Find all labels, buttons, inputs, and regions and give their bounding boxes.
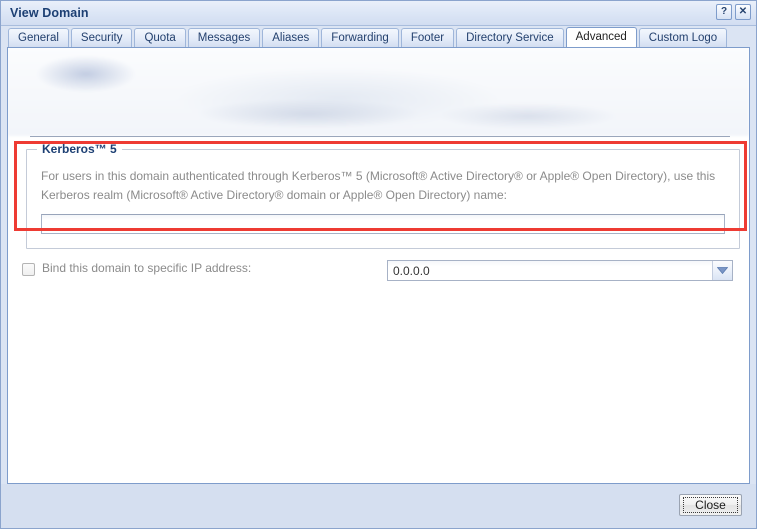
section-divider — [30, 136, 730, 137]
tab-messages[interactable]: Messages — [187, 28, 261, 47]
dialog-footer: Close — [1, 484, 756, 528]
help-icon[interactable]: ? — [716, 4, 732, 20]
close-button-label: Close — [683, 497, 738, 513]
bind-ip-label: Bind this domain to specific IP address: — [42, 261, 252, 275]
ip-address-select-wrapper: 0.0.0.0 — [387, 260, 733, 281]
kerberos-description: For users in this domain authenticated t… — [41, 169, 716, 202]
tab-general[interactable]: General — [8, 28, 69, 47]
view-domain-window: View Domain ? ✕ General Security Quota M… — [0, 0, 757, 529]
kerberos-legend: Kerberos™ 5 — [37, 142, 122, 156]
window-titlebar: View Domain ? ✕ — [1, 1, 756, 26]
bind-ip-checkbox[interactable] — [22, 263, 35, 276]
tab-advanced[interactable]: Advanced — [565, 27, 637, 47]
tab-strip: General Security Quota Messages Aliases … — [1, 26, 756, 47]
tab-custom-logo[interactable]: Custom Logo — [638, 28, 728, 47]
advanced-tab-panel: Kerberos™ 5 For users in this domain aut… — [7, 47, 750, 484]
ip-address-select[interactable]: 0.0.0.0 — [387, 260, 733, 281]
window-controls: ? ✕ — [716, 4, 751, 20]
kerberos-realm-input[interactable] — [41, 214, 725, 234]
window-title: View Domain — [10, 6, 89, 20]
redacted-content-region — [8, 48, 749, 136]
tab-footer[interactable]: Footer — [400, 28, 455, 47]
tab-quota[interactable]: Quota — [134, 28, 186, 47]
close-button[interactable]: Close — [679, 494, 742, 516]
tab-forwarding[interactable]: Forwarding — [321, 28, 399, 47]
tab-security[interactable]: Security — [70, 28, 133, 47]
tab-aliases[interactable]: Aliases — [262, 28, 320, 47]
close-icon[interactable]: ✕ — [735, 4, 751, 20]
tab-directory-service[interactable]: Directory Service — [456, 28, 564, 47]
bind-ip-row: Bind this domain to specific IP address:… — [18, 260, 733, 282]
kerberos-fieldset: Kerberos™ 5 For users in this domain aut… — [26, 142, 740, 249]
